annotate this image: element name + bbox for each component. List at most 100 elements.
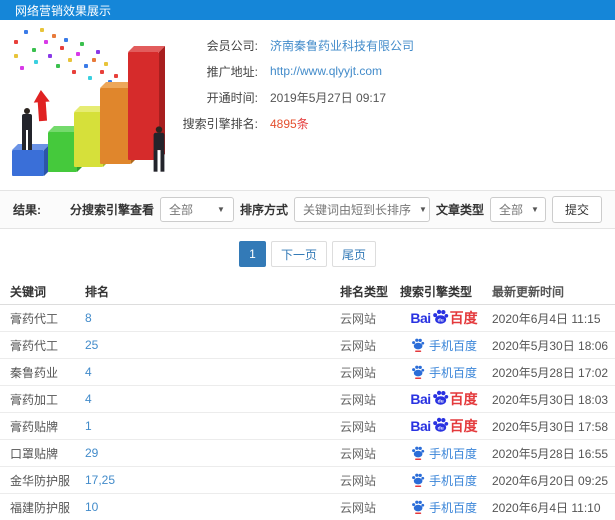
rank-link[interactable]: 8 xyxy=(85,311,92,325)
title-bar: 网络营销效果展示 xyxy=(0,0,615,20)
keyword-cell: 福建防护服 xyxy=(10,500,71,515)
next-page-button[interactable]: 下一页 xyxy=(270,241,327,267)
confetti-dots xyxy=(8,26,12,30)
engine-rank-value: 4895条 xyxy=(270,115,309,132)
engine-cell: Bai du 百度 xyxy=(400,308,488,328)
table-row: 膏药加工 4 云网站 Bai du 百度 2020年5月30日 18:03 xyxy=(0,386,615,413)
sort-select[interactable]: 关键词由短到长排序 ▼ xyxy=(293,197,430,222)
engine-cell: 手机百度 xyxy=(400,499,488,516)
rank-link[interactable]: 25 xyxy=(85,338,98,352)
updated-cell: 2020年6月20日 09:25 xyxy=(492,473,609,488)
rank-link[interactable]: 17,25 xyxy=(85,473,115,487)
table-header-row: 关键词 排名 排名类型 搜索引擎类型 最新更新时间 xyxy=(0,278,615,305)
rank-type-cell: 云网站 xyxy=(340,473,377,488)
rank-type-cell: 云网站 xyxy=(340,500,377,515)
chart-bar-green xyxy=(48,132,77,172)
baidu-logo: Bai du 百度 xyxy=(410,390,478,407)
member-info: 会员公司: 济南秦鲁药业科技有限公司 推广地址: http://www.qlyy… xyxy=(158,36,615,140)
keyword-cell: 秦鲁药业 xyxy=(10,365,59,380)
updated-cell: 2020年5月30日 17:58 xyxy=(492,419,609,434)
header-rank-type: 排名类型 xyxy=(340,284,389,299)
updated-cell: 2020年5月28日 16:55 xyxy=(492,446,609,461)
keyword-cell: 膏药贴牌 xyxy=(10,419,59,434)
engine-rank-label: 搜索引擎排名: xyxy=(182,116,258,131)
header-engine-type: 搜索引擎类型 xyxy=(400,284,473,299)
rank-link[interactable]: 4 xyxy=(85,392,92,406)
marketing-report-page: 网络营销效果展示 会员公司: 济南秦鲁药业科技有限公司 推广地址: http:/… xyxy=(0,0,615,520)
header-updated: 最新更新时间 xyxy=(492,284,565,299)
engine-cell: Bai du 百度 xyxy=(400,416,488,436)
mobile-baidu-logo: 手机百度 xyxy=(411,445,477,462)
mobile-baidu-paw-icon xyxy=(412,500,425,514)
table-row: 金华防护服 17,25 云网站 手机百度 2020年6月20日 09:25 xyxy=(0,467,615,494)
rank-link[interactable]: 29 xyxy=(85,446,98,460)
header-keyword: 关键词 xyxy=(10,284,47,299)
rank-unit: 条 xyxy=(296,116,309,131)
keyword-cell: 金华防护服 xyxy=(10,473,71,488)
promo-url-row: 推广地址: http://www.qlyyjt.com xyxy=(158,62,615,80)
engine-filter-label: 分搜索引擎查看 xyxy=(69,203,154,217)
table-row: 膏药贴牌 1 云网站 Bai du 百度 2020年5月30日 17:58 xyxy=(0,413,615,440)
rank-link[interactable]: 4 xyxy=(85,365,92,379)
company-link[interactable]: 济南秦鲁药业科技有限公司 xyxy=(270,37,414,54)
mobile-baidu-paw-icon xyxy=(412,338,425,352)
mobile-baidu-paw-icon xyxy=(412,365,425,379)
result-section-label: 结果: xyxy=(13,203,41,217)
baidu-paw-icon: du xyxy=(432,417,448,432)
table-row: 秦鲁药业 4 云网站 手机百度 2020年5月28日 17:02 xyxy=(0,359,615,386)
filter-bar: 结果: 分搜索引擎查看 全部 ▼ 排序方式 关键词由短到长排序 ▼ 文章类型 全… xyxy=(0,190,615,229)
keyword-cell: 膏药代工 xyxy=(10,338,59,353)
svg-text:du: du xyxy=(437,317,443,323)
mobile-baidu-logo: 手机百度 xyxy=(411,499,477,516)
chart-bar-yellow xyxy=(74,112,103,167)
article-type-label: 文章类型 xyxy=(435,203,484,217)
engine-cell: 手机百度 xyxy=(400,445,488,462)
updated-cell: 2020年6月4日 11:10 xyxy=(492,500,601,515)
chart-bar-orange xyxy=(100,88,131,164)
engine-cell: 手机百度 xyxy=(400,364,488,381)
updated-cell: 2020年5月28日 17:02 xyxy=(492,365,609,380)
rank-link[interactable]: 10 xyxy=(85,500,98,514)
table-row: 口罩贴牌 29 云网站 手机百度 2020年5月28日 16:55 xyxy=(0,440,615,467)
rank-type-cell: 云网站 xyxy=(340,446,377,461)
rank-type-cell: 云网站 xyxy=(340,365,377,380)
table-row: 膏药代工 8 云网站 Bai du 百度 2020年6月4日 11:15 xyxy=(0,305,615,332)
article-type-value: 全部 xyxy=(498,203,523,217)
rank-type-cell: 云网站 xyxy=(340,338,377,353)
baidu-logo: Bai du 百度 xyxy=(410,417,478,434)
rank-type-cell: 云网站 xyxy=(340,419,377,434)
mobile-baidu-logo: 手机百度 xyxy=(411,337,477,354)
last-page-button[interactable]: 尾页 xyxy=(332,241,377,267)
chart-bar-blue xyxy=(12,150,44,176)
promo-url-link[interactable]: http://www.qlyyjt.com xyxy=(270,64,382,78)
promo-url-label: 推广地址: xyxy=(206,64,258,79)
growth-chart-illustration xyxy=(4,24,182,184)
updated-cell: 2020年5月30日 18:06 xyxy=(492,338,609,353)
table-row: 福建防护服 10 云网站 手机百度 2020年6月4日 11:10 xyxy=(0,494,615,520)
rank-type-cell: 云网站 xyxy=(340,311,377,326)
keyword-cell: 膏药代工 xyxy=(10,311,59,326)
opened-time-row: 开通时间: 2019年5月27日 09:17 xyxy=(158,88,615,106)
engine-cell: 手机百度 xyxy=(400,472,488,489)
header-rank: 排名 xyxy=(85,284,110,299)
businessman-figure-left xyxy=(20,108,34,150)
updated-cell: 2020年5月30日 18:03 xyxy=(492,392,609,407)
submit-button[interactable]: 提交 xyxy=(551,196,602,223)
rank-link[interactable]: 1 xyxy=(85,419,92,433)
svg-text:du: du xyxy=(437,398,443,404)
sort-value: 关键词由短到长排序 xyxy=(302,203,411,217)
up-arrow-icon xyxy=(32,89,51,122)
baidu-paw-icon: du xyxy=(432,390,448,405)
updated-cell: 2020年6月4日 11:15 xyxy=(492,311,601,326)
chevron-down-icon: ▼ xyxy=(217,205,225,214)
mobile-baidu-logo: 手机百度 xyxy=(411,472,477,489)
pagination: 1 下一页 尾页 xyxy=(0,229,615,276)
article-type-select[interactable]: 全部 ▼ xyxy=(489,197,546,222)
mobile-baidu-logo: 手机百度 xyxy=(411,364,477,381)
chevron-down-icon: ▼ xyxy=(418,205,427,214)
page-1-button[interactable]: 1 xyxy=(238,241,266,267)
opened-time-label: 开通时间: xyxy=(206,90,258,105)
company-label: 会员公司: xyxy=(206,38,258,53)
engine-filter-select[interactable]: 全部 ▼ xyxy=(159,197,234,222)
engine-filter-value: 全部 xyxy=(168,203,193,217)
